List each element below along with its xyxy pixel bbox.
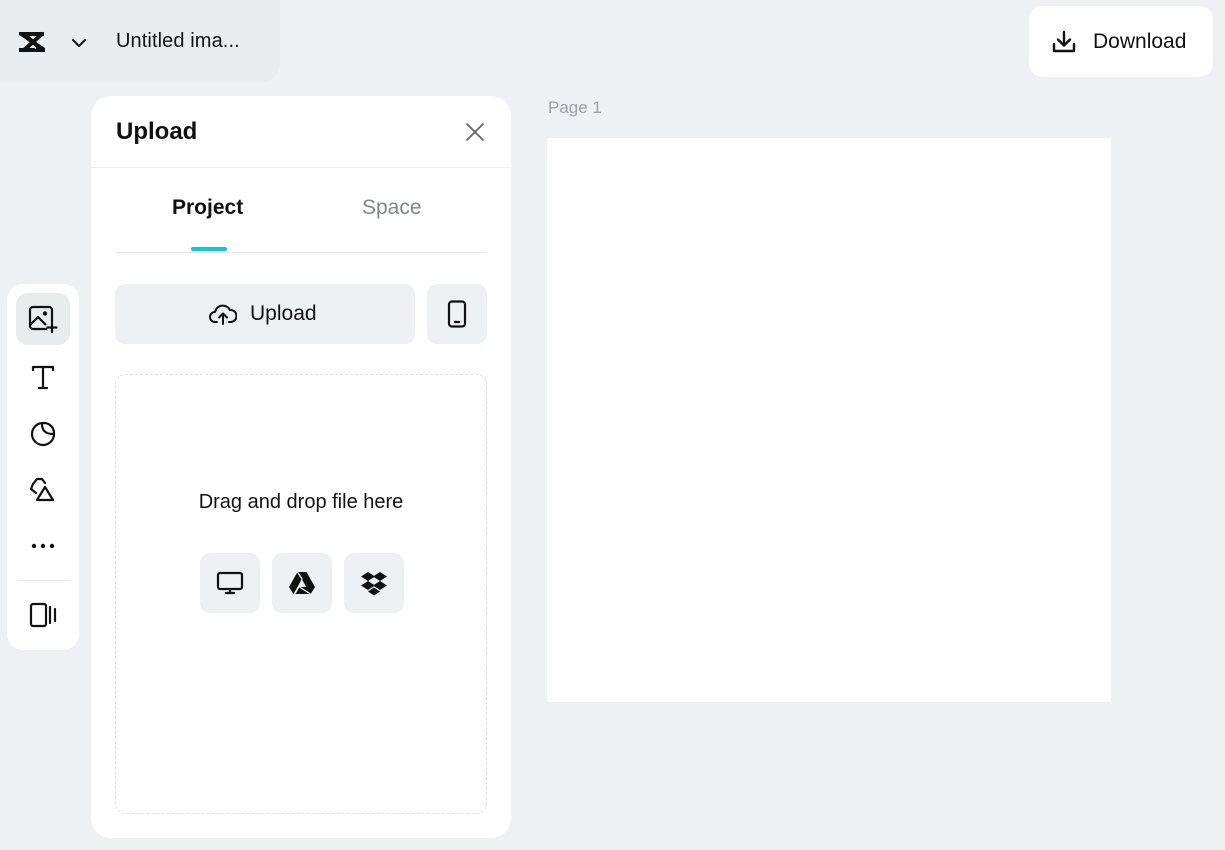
more-dots-icon: [31, 543, 55, 549]
tool-shapes[interactable]: [16, 464, 70, 516]
document-title[interactable]: Untitled ima...: [116, 30, 240, 53]
chevron-down-icon[interactable]: [68, 32, 90, 54]
text-icon: [31, 365, 55, 390]
dropzone-text: Drag and drop file here: [198, 491, 404, 513]
download-button[interactable]: Download: [1029, 6, 1213, 77]
tab-space[interactable]: Space: [362, 196, 422, 220]
upload-from-google-drive-button[interactable]: [272, 553, 332, 613]
tab-project[interactable]: Project: [172, 196, 243, 220]
panel-header-divider: [91, 167, 511, 168]
page-label: Page 1: [548, 98, 602, 117]
sticker-icon: [30, 421, 56, 447]
tabs-divider: [115, 252, 487, 253]
image-add-icon: [28, 305, 58, 334]
google-drive-icon: [289, 571, 315, 595]
dropbox-icon: [361, 572, 387, 596]
rail-divider: [17, 580, 71, 581]
upload-from-computer-button[interactable]: [200, 553, 260, 613]
upload-from-phone-button[interactable]: [427, 284, 487, 344]
tool-upload[interactable]: [16, 293, 70, 345]
upload-from-dropbox-button[interactable]: [344, 553, 404, 613]
shapes-icon: [29, 477, 55, 502]
topbar-left: Untitled ima...: [0, 0, 280, 82]
design-canvas[interactable]: [547, 138, 1111, 702]
tool-pages[interactable]: [16, 589, 70, 641]
tool-elements[interactable]: [16, 408, 70, 460]
tool-rail: [7, 284, 79, 650]
tool-text[interactable]: [16, 351, 70, 403]
phone-icon: [447, 300, 467, 328]
close-icon[interactable]: [463, 120, 487, 144]
pages-panel-icon: [29, 602, 57, 628]
cloud-upload-icon: [209, 304, 237, 325]
tab-indicator: [191, 247, 227, 251]
download-icon: [1052, 30, 1076, 53]
upload-button[interactable]: Upload: [115, 284, 415, 344]
tool-more[interactable]: [16, 520, 70, 572]
panel-title: Upload: [116, 118, 198, 145]
upload-panel: Upload Project Space Upload Drag and dro…: [91, 96, 511, 838]
capcut-logo-icon[interactable]: [16, 26, 52, 58]
download-label: Download: [1093, 30, 1187, 53]
computer-icon: [216, 571, 244, 595]
dropzone[interactable]: Drag and drop file here: [115, 374, 487, 814]
upload-button-label: Upload: [250, 302, 317, 325]
